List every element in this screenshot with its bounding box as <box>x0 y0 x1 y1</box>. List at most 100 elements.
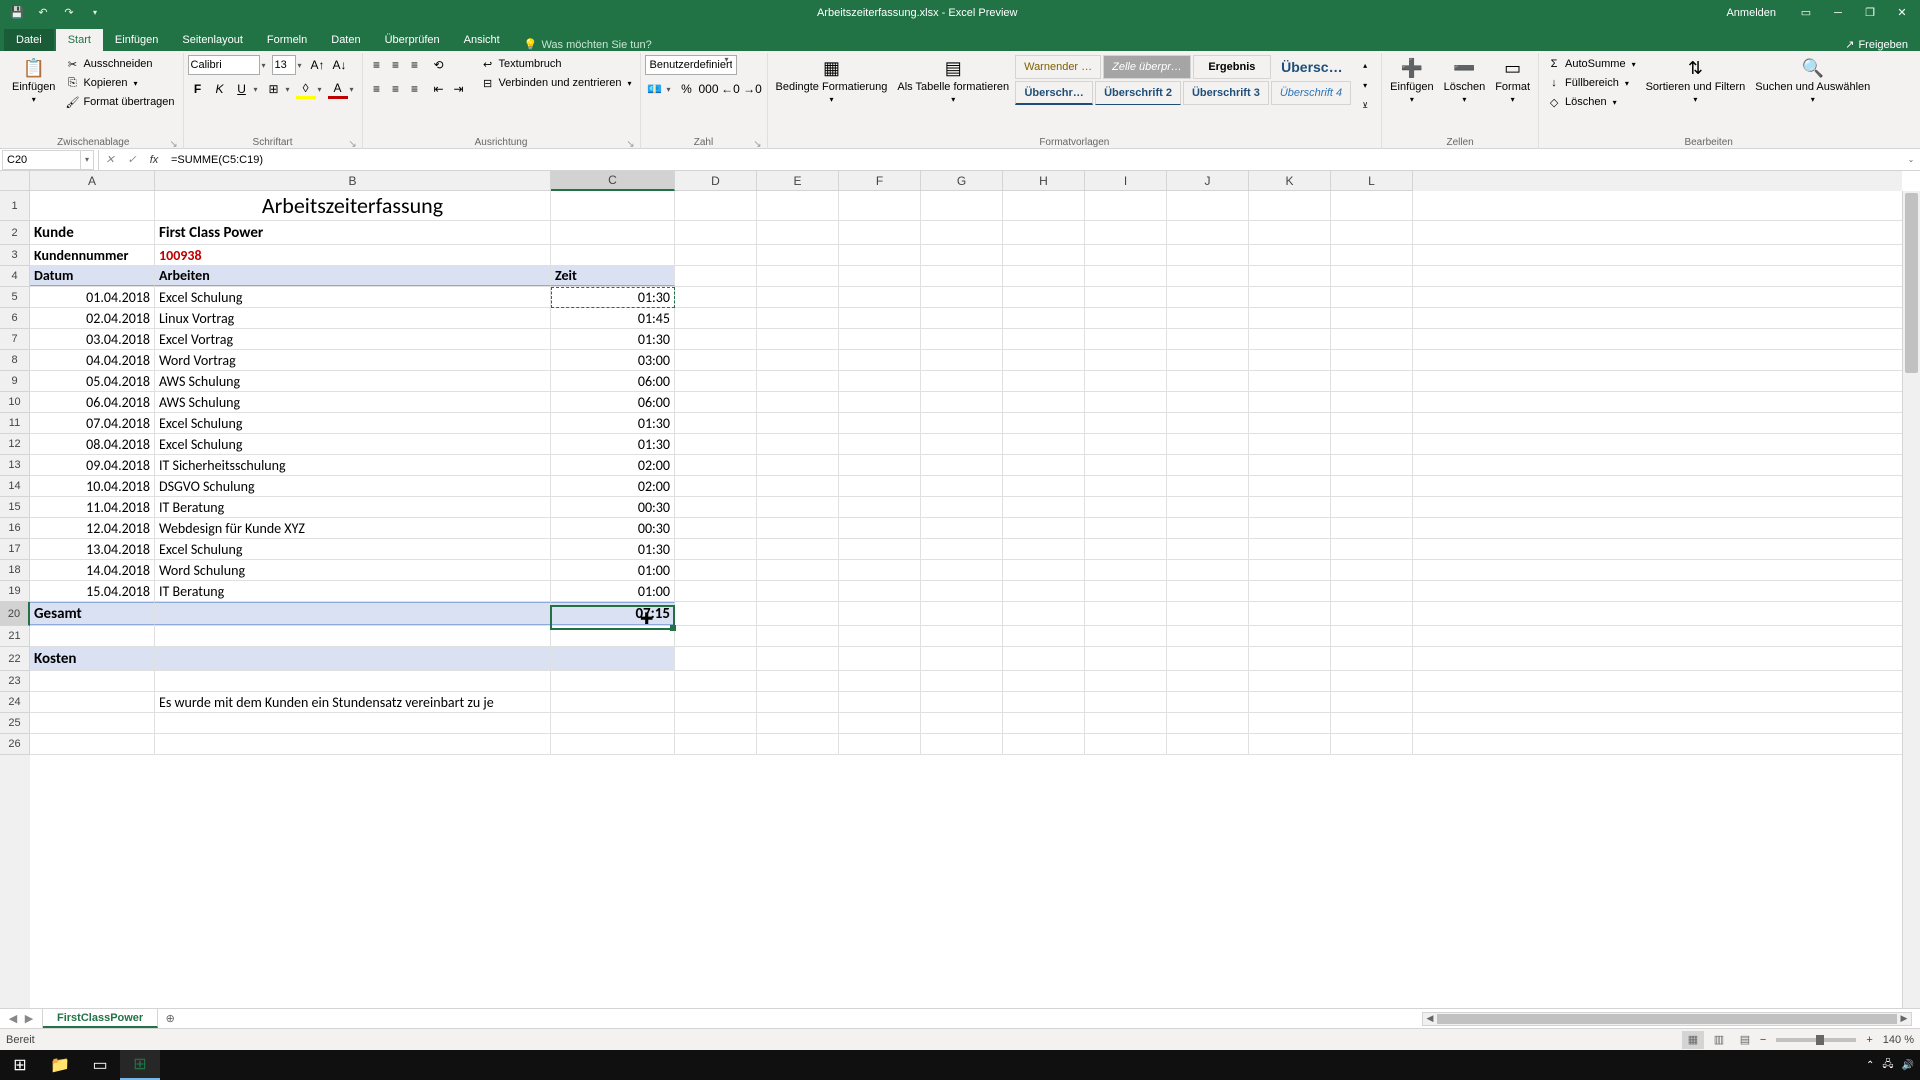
row-header-2[interactable]: 2 <box>0 221 30 245</box>
vscroll-thumb[interactable] <box>1905 193 1918 373</box>
font-size-select[interactable] <box>272 55 296 75</box>
row-header-17[interactable]: 17 <box>0 539 30 560</box>
cell-work[interactable]: Word Schulung <box>155 560 551 580</box>
name-box[interactable] <box>2 150 80 170</box>
conditional-format-button[interactable]: ▦Bedingte Formatierung▾ <box>772 55 892 106</box>
italic-button[interactable]: K <box>210 79 230 99</box>
ribbon-options-icon[interactable]: ▭ <box>1792 0 1820 25</box>
border-button[interactable]: ⊞ <box>264 79 284 99</box>
enter-formula-icon[interactable]: ✓ <box>121 150 143 170</box>
row-header-1[interactable]: 1 <box>0 191 30 221</box>
fx-icon[interactable]: fx <box>143 150 165 170</box>
increase-font-icon[interactable]: A↑ <box>308 55 328 75</box>
decrease-font-icon[interactable]: A↓ <box>330 55 350 75</box>
cell-time[interactable]: 01:45 <box>551 308 675 328</box>
cell-work[interactable]: Excel Vortrag <box>155 329 551 349</box>
style-result[interactable]: Ergebnis <box>1193 55 1271 79</box>
wrap-text-button[interactable]: ↩Textumbruch <box>477 55 636 73</box>
align-left-icon[interactable]: ≡ <box>367 79 387 99</box>
cell-date[interactable]: 10.04.2018 <box>30 476 155 496</box>
zoom-in-icon[interactable]: + <box>1866 1034 1872 1046</box>
tray-network-icon[interactable]: 🖧 <box>1882 1057 1893 1074</box>
style-heading1[interactable]: Überschr… <box>1015 81 1093 105</box>
row-header-26[interactable]: 26 <box>0 734 30 755</box>
styles-more-icon[interactable]: ⊻ <box>1355 95 1375 115</box>
row-header-20[interactable]: 20 <box>0 602 30 626</box>
cell-work[interactable]: Word Vortrag <box>155 350 551 370</box>
tab-view[interactable]: Ansicht <box>452 29 512 51</box>
cell-time[interactable]: 01:00 <box>551 560 675 580</box>
cell-date[interactable]: 12.04.2018 <box>30 518 155 538</box>
row-header-6[interactable]: 6 <box>0 308 30 329</box>
minimize-icon[interactable]: ─ <box>1824 0 1852 25</box>
row-header-11[interactable]: 11 <box>0 413 30 434</box>
maximize-icon[interactable]: ❐ <box>1856 0 1884 25</box>
row-header-4[interactable]: 4 <box>0 266 30 287</box>
col-header-j[interactable]: J <box>1167 171 1249 191</box>
col-header-b[interactable]: B <box>155 171 551 191</box>
cell-time[interactable]: 06:00 <box>551 392 675 412</box>
row-header-3[interactable]: 3 <box>0 245 30 266</box>
hscroll-thumb[interactable] <box>1437 1014 1897 1024</box>
share-button[interactable]: ↗ Freigeben <box>1845 38 1908 51</box>
cell-date[interactable]: 13.04.2018 <box>30 539 155 559</box>
name-box-dropdown-icon[interactable]: ▾ <box>80 150 94 170</box>
col-header-l[interactable]: L <box>1331 171 1413 191</box>
view-page-break-icon[interactable]: ▤ <box>1734 1031 1756 1049</box>
close-icon[interactable]: ✕ <box>1888 0 1916 25</box>
row-header-14[interactable]: 14 <box>0 476 30 497</box>
cell-date[interactable]: 14.04.2018 <box>30 560 155 580</box>
fill-color-button[interactable]: ◊ <box>296 79 316 99</box>
signin-link[interactable]: Anmelden <box>1726 7 1776 19</box>
cut-button[interactable]: ✂Ausschneiden <box>61 55 178 73</box>
cell-time[interactable]: 01:30 <box>551 329 675 349</box>
row-header-19[interactable]: 19 <box>0 581 30 602</box>
format-as-table-button[interactable]: ▤Als Tabelle formatieren▾ <box>893 55 1013 106</box>
style-heading4[interactable]: Überschrift 4 <box>1271 81 1351 105</box>
cell-date[interactable]: 08.04.2018 <box>30 434 155 454</box>
cell-time[interactable]: 01:30 <box>551 413 675 433</box>
qa-customize-icon[interactable]: ▾ <box>86 4 104 22</box>
cell-date[interactable]: 09.04.2018 <box>30 455 155 475</box>
cell-time[interactable]: 01:30 <box>551 287 675 307</box>
paste-button[interactable]: 📋 Einfügen ▾ <box>8 55 59 106</box>
select-all-corner[interactable] <box>0 171 30 191</box>
col-header-g[interactable]: G <box>921 171 1003 191</box>
cell-work[interactable]: Linux Vortrag <box>155 308 551 328</box>
autosum-button[interactable]: ΣAutoSumme▾ <box>1543 55 1640 73</box>
sheet-nav-prev-icon[interactable]: ◀ <box>6 1012 20 1025</box>
cell-nr-label[interactable]: Kundennummer <box>30 245 155 265</box>
percent-icon[interactable]: % <box>677 79 697 99</box>
hscroll-right-icon[interactable]: ▶ <box>1897 1013 1911 1025</box>
col-header-e[interactable]: E <box>757 171 839 191</box>
formula-expand-icon[interactable]: ⌄ <box>1902 155 1920 164</box>
style-heading2[interactable]: Überschrift 2 <box>1095 81 1181 105</box>
sheet-nav-next-icon[interactable]: ▶ <box>22 1012 36 1025</box>
zoom-slider[interactable] <box>1776 1038 1856 1042</box>
cell-total-value[interactable]: 07:15 <box>551 602 675 625</box>
col-header-h[interactable]: H <box>1003 171 1085 191</box>
col-header-i[interactable]: I <box>1085 171 1167 191</box>
row-header-13[interactable]: 13 <box>0 455 30 476</box>
row-header-21[interactable]: 21 <box>0 626 30 647</box>
number-dialog-icon[interactable]: ↘ <box>753 139 763 149</box>
cell-work[interactable]: DSGVO Schulung <box>155 476 551 496</box>
cell-note[interactable]: Es wurde mit dem Kunden ein Stundensatz … <box>155 692 551 712</box>
cell-hdr-date[interactable]: Datum <box>30 266 155 286</box>
increase-decimal-icon[interactable]: ←0 <box>721 79 741 99</box>
cell-date[interactable]: 11.04.2018 <box>30 497 155 517</box>
font-color-button[interactable]: A <box>328 79 348 99</box>
cell-work[interactable]: AWS Schulung <box>155 371 551 391</box>
align-bottom-icon[interactable]: ≡ <box>405 55 425 75</box>
styles-down-icon[interactable]: ▾ <box>1355 75 1375 95</box>
cell-title[interactable]: Arbeitszeiterfassung <box>155 191 551 220</box>
format-painter-button[interactable]: 🖌Format übertragen <box>61 93 178 111</box>
cell-kosten[interactable]: Kosten <box>30 647 155 670</box>
font-name-select[interactable] <box>188 55 260 75</box>
bold-button[interactable]: F <box>188 79 208 99</box>
decrease-decimal-icon[interactable]: →0 <box>743 79 763 99</box>
row-header-10[interactable]: 10 <box>0 392 30 413</box>
tab-data[interactable]: Daten <box>319 29 372 51</box>
sheet-tab-active[interactable]: FirstClassPower <box>43 1009 158 1028</box>
column-headers[interactable]: A B C D E F G H I J K L <box>30 171 1902 191</box>
